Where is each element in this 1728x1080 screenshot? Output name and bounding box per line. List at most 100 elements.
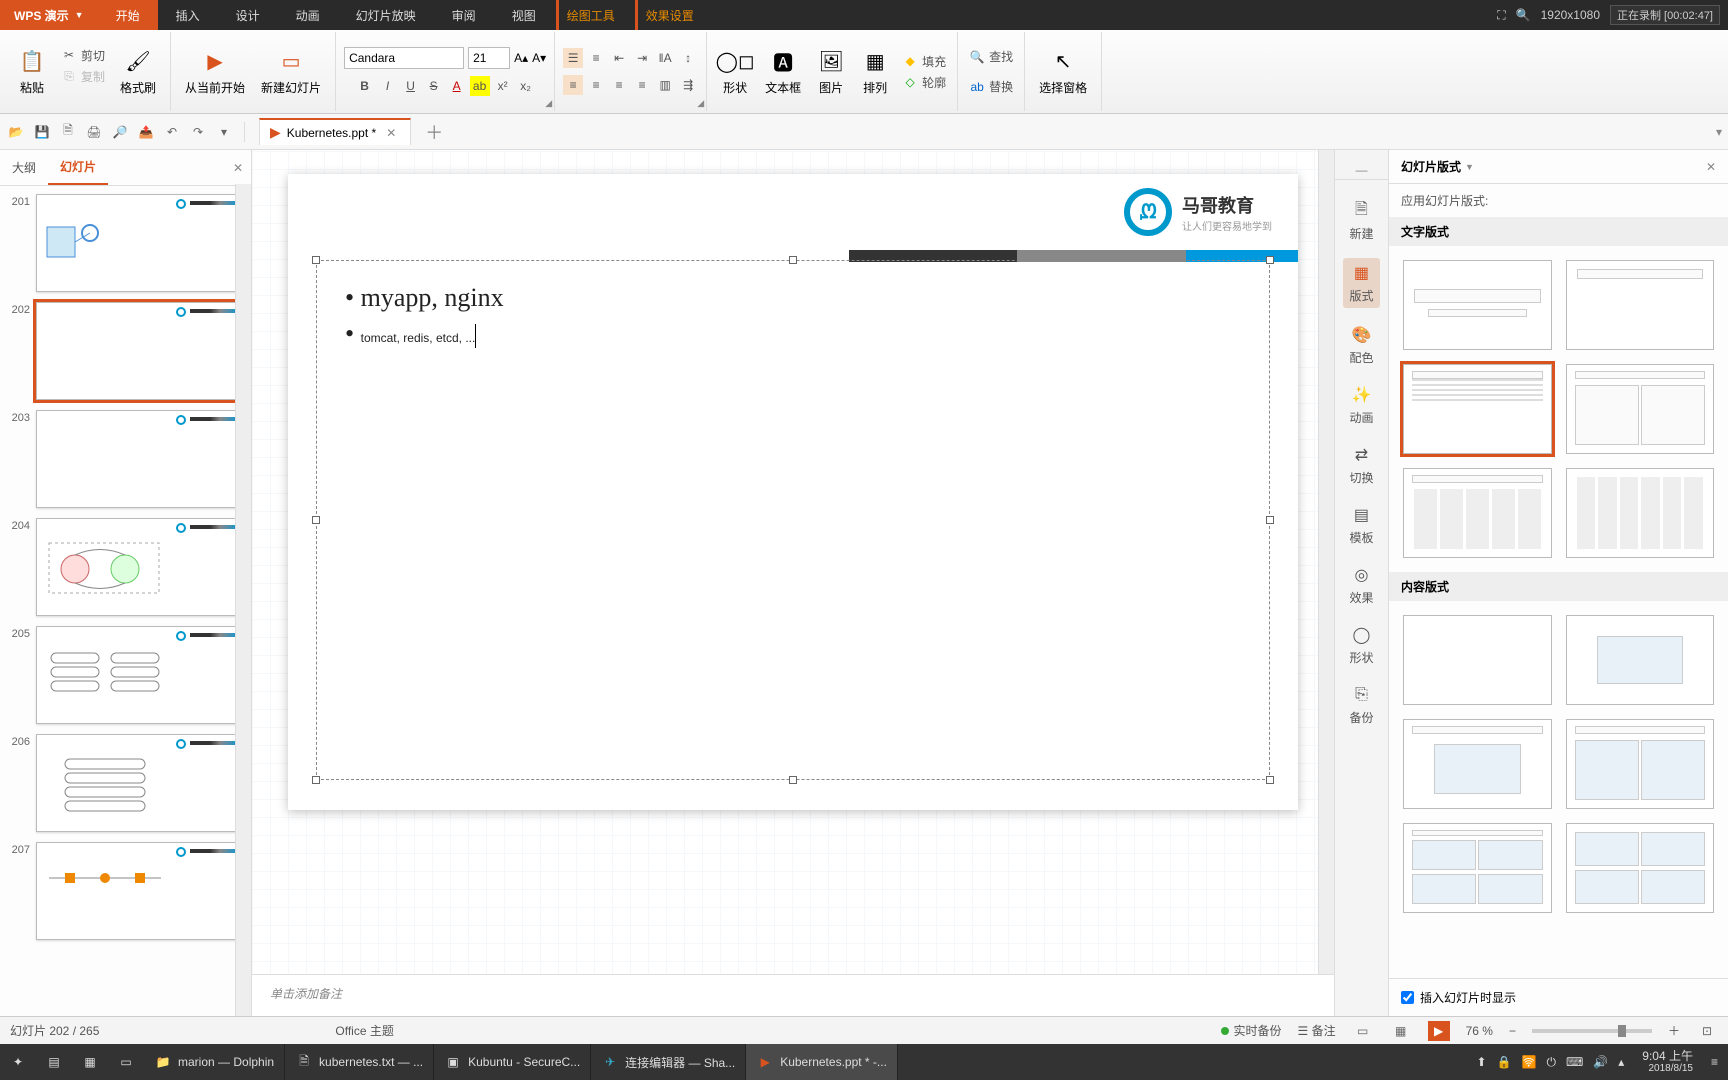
- new-slide-button[interactable]: ▭ 新建幻灯片: [255, 46, 327, 98]
- bullets-icon[interactable]: ☰: [563, 48, 583, 68]
- task-telegram[interactable]: ✈连接编辑器 — Sha...: [591, 1044, 746, 1080]
- columns-icon[interactable]: ▥: [655, 75, 675, 95]
- menu-insert[interactable]: 插入: [158, 0, 218, 30]
- bullet-1[interactable]: myapp, nginx: [345, 283, 1241, 313]
- rnav-new[interactable]: 🗎新建: [1347, 198, 1375, 244]
- tray-icon[interactable]: 🔒: [1497, 1055, 1512, 1069]
- outline-button[interactable]: ◇轮廓: [899, 73, 949, 92]
- rnav-template[interactable]: ▤模板: [1347, 502, 1375, 548]
- menu-start[interactable]: 开始: [98, 0, 158, 30]
- increase-font-icon[interactable]: A▴: [514, 51, 528, 65]
- align-justify-icon[interactable]: ≡: [632, 75, 652, 95]
- layout-bullets[interactable]: [1403, 364, 1552, 454]
- resize-handle[interactable]: [1266, 256, 1274, 264]
- thumb-207[interactable]: 207: [4, 842, 247, 940]
- rnav-effect[interactable]: ◎效果: [1347, 562, 1375, 608]
- cut-button[interactable]: ✂剪切: [58, 46, 108, 65]
- activity-icon[interactable]: ▤: [36, 1044, 72, 1080]
- close-panel-icon[interactable]: ✕: [1706, 160, 1716, 174]
- redo-icon[interactable]: ↷: [188, 122, 208, 142]
- resize-handle[interactable]: [312, 256, 320, 264]
- zoom-knob[interactable]: [1618, 1025, 1626, 1037]
- thumb-205[interactable]: 205: [4, 626, 247, 724]
- tray-menu-icon[interactable]: ≡: [1711, 1055, 1718, 1069]
- menu-drawtools[interactable]: 绘图工具: [556, 0, 633, 30]
- tray-chevron-icon[interactable]: ▴: [1618, 1055, 1624, 1069]
- menu-design[interactable]: 设计: [218, 0, 278, 30]
- layout-content[interactable]: [1566, 615, 1715, 705]
- paragraph-launcher-icon[interactable]: ◢: [697, 98, 704, 109]
- copy-button[interactable]: ⎘复制: [58, 67, 108, 86]
- align-right-icon[interactable]: ≡: [609, 75, 629, 95]
- save-icon[interactable]: 💾: [32, 122, 52, 142]
- subscript-icon[interactable]: x₂: [516, 76, 536, 96]
- resize-handle[interactable]: [1266, 776, 1274, 784]
- menu-slideshow[interactable]: 幻灯片放映: [338, 0, 434, 30]
- document-tab[interactable]: ▶ Kubernetes.ppt * ✕: [259, 118, 411, 145]
- resize-handle[interactable]: [312, 776, 320, 784]
- close-outline-icon[interactable]: ✕: [225, 157, 251, 179]
- slide-canvas[interactable]: ᘻ 马哥教育 让人们更容易地学到: [288, 174, 1298, 810]
- indent-dec-icon[interactable]: ⇤: [609, 48, 629, 68]
- tray-icon[interactable]: ⬆: [1477, 1055, 1487, 1069]
- menu-review[interactable]: 审阅: [434, 0, 494, 30]
- menu-effectsettings[interactable]: 效果设置: [635, 0, 712, 30]
- layout-blank[interactable]: [1403, 615, 1552, 705]
- layout-two-col-text[interactable]: [1566, 364, 1715, 454]
- font-color-icon[interactable]: A: [447, 76, 467, 96]
- saveas-icon[interactable]: 🗎: [58, 122, 78, 142]
- italic-icon[interactable]: I: [378, 76, 398, 96]
- font-name-input[interactable]: [344, 47, 464, 69]
- clock[interactable]: 9:04 上午 2018/8/15: [1634, 1050, 1701, 1074]
- tab-outline[interactable]: 大纲: [0, 151, 48, 184]
- layout-two-content-h[interactable]: [1566, 719, 1715, 809]
- tray-icon[interactable]: 🛜: [1522, 1055, 1537, 1069]
- find-button[interactable]: 🔍查找: [966, 47, 1016, 66]
- bold-icon[interactable]: B: [355, 76, 375, 96]
- task-wps[interactable]: ▶Kubernetes.ppt * -...: [746, 1044, 898, 1080]
- layout-two-content[interactable]: [1403, 719, 1552, 809]
- close-tab-icon[interactable]: ✕: [382, 126, 400, 140]
- notes-pane[interactable]: 单击添加备注: [252, 974, 1334, 1016]
- insert-layout-checkbox[interactable]: [1401, 991, 1414, 1004]
- from-current-button[interactable]: ▶ 从当前开始: [179, 46, 251, 98]
- tab-options-icon[interactable]: ▾: [1716, 125, 1722, 139]
- list-level-icon[interactable]: ⇶: [678, 75, 698, 95]
- zoom-in-icon[interactable]: ＋: [1668, 1022, 1680, 1039]
- view-slideshow-icon[interactable]: ▶: [1428, 1021, 1450, 1041]
- superscript-icon[interactable]: x²: [493, 76, 513, 96]
- thumb-201[interactable]: 201: [4, 194, 247, 292]
- layout-title[interactable]: [1403, 260, 1552, 350]
- menu-animation[interactable]: 动画: [278, 0, 338, 30]
- content-textbox[interactable]: myapp, nginx tomcat, redis, etcd, ...: [316, 260, 1270, 780]
- rnav-color[interactable]: 🎨配色: [1347, 322, 1375, 368]
- arrange-button[interactable]: ▦排列: [855, 46, 895, 98]
- replace-button[interactable]: ab替换: [966, 77, 1016, 96]
- menu-view[interactable]: 视图: [494, 0, 554, 30]
- task-dolphin[interactable]: 📁marion — Dolphin: [144, 1044, 285, 1080]
- fullscreen-icon[interactable]: ⛶: [1497, 8, 1505, 23]
- tab-slides[interactable]: 幻灯片: [48, 150, 108, 185]
- select-pane-button[interactable]: ↖选择窗格: [1033, 46, 1093, 98]
- live-backup-status[interactable]: 实时备份: [1221, 1022, 1281, 1039]
- resize-handle[interactable]: [789, 256, 797, 264]
- align-center-icon[interactable]: ≡: [586, 75, 606, 95]
- qat-dropdown-icon[interactable]: ▾: [214, 122, 234, 142]
- rnav-anim[interactable]: ✨动画: [1347, 382, 1375, 428]
- thumb-202[interactable]: 202: [4, 302, 247, 400]
- fit-icon[interactable]: ⊡: [1696, 1021, 1718, 1041]
- slide-thumbnails[interactable]: 201 202 203 204 205 206 207: [0, 186, 251, 1016]
- open-icon[interactable]: 📂: [6, 122, 26, 142]
- layout-vertical-text[interactable]: [1403, 468, 1552, 558]
- strike-icon[interactable]: S: [424, 76, 444, 96]
- zoom-level[interactable]: 76 %: [1466, 1024, 1493, 1038]
- export-icon[interactable]: 📤: [136, 122, 156, 142]
- show-desktop-icon[interactable]: ▭: [108, 1044, 144, 1080]
- app-logo[interactable]: WPS 演示 ▼: [0, 0, 98, 30]
- chevron-down-icon[interactable]: ▼: [1465, 162, 1474, 172]
- font-launcher-icon[interactable]: ◢: [545, 98, 552, 109]
- rnav-trans[interactable]: ⇄切换: [1347, 442, 1375, 488]
- font-size-input[interactable]: [468, 47, 510, 69]
- shape-button[interactable]: ◯◻形状: [715, 46, 755, 98]
- decrease-font-icon[interactable]: A▾: [532, 51, 546, 65]
